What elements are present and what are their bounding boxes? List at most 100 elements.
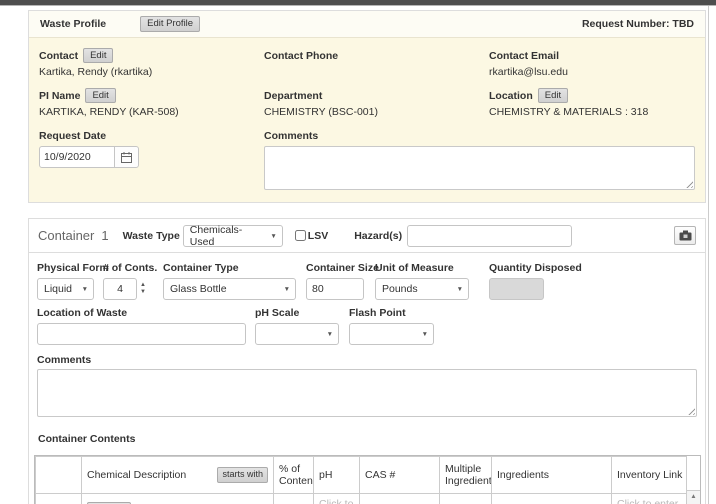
container-number: 1: [101, 228, 108, 243]
contact-phone-field: Contact Phone: [264, 48, 489, 79]
hazards-label: Hazard(s): [354, 230, 402, 242]
container-title: Container: [38, 228, 94, 243]
container-contents-title: Container Contents: [38, 433, 705, 445]
physical-form-field: Physical Form Liquid ▼: [37, 262, 94, 300]
num-conts-label: # of Conts.: [103, 262, 152, 275]
unit-of-measure-select[interactable]: Pounds ▼: [375, 278, 469, 300]
quantity-disposed-input: [489, 278, 544, 300]
container-size-input[interactable]: [306, 278, 364, 300]
cas-cell[interactable]: Click to enter CAS #: [360, 494, 440, 504]
quantity-stepper: ▲ ▼: [103, 278, 152, 300]
waste-profile-body: Contact Edit Kartika, Rendy (rkartika) C…: [29, 38, 705, 202]
location-of-waste-label: Location of Waste: [37, 307, 246, 320]
starts-with-button[interactable]: starts with: [217, 467, 268, 482]
pi-name-edit-button[interactable]: Edit: [85, 88, 115, 104]
edit-profile-button[interactable]: Edit Profile: [140, 16, 200, 32]
scroll-up-icon[interactable]: ▲: [687, 494, 700, 501]
ingredients-cell: [492, 494, 612, 504]
unit-of-measure-field: Unit of Measure Pounds ▼: [375, 262, 469, 300]
request-number-value: TBD: [672, 18, 694, 30]
ph-scale-field: pH Scale ▼: [255, 307, 339, 345]
pi-name-value: KARTIKA, RENDY (KAR-508): [39, 106, 264, 119]
chevron-down-icon: ▼: [284, 287, 290, 294]
department-label: Department: [264, 90, 322, 102]
request-date-label: Request Date: [39, 130, 106, 142]
container-comments-field: Comments: [37, 354, 697, 417]
container-comments-label: Comments: [37, 354, 91, 366]
profile-comments-field: Comments: [264, 128, 695, 190]
contact-email-label: Contact Email: [489, 50, 559, 62]
table-header-row: Chemical Description starts with % of Co…: [36, 457, 689, 494]
location-of-waste-input[interactable]: [37, 323, 246, 345]
col-percent-of-content: % of Content: [274, 457, 314, 494]
flash-point-field: Flash Point ▼: [349, 307, 434, 345]
contact-email-field: Contact Email rkartika@lsu.edu: [489, 48, 695, 79]
profile-comments-label: Comments: [264, 130, 318, 142]
lsv-checkbox[interactable]: [295, 230, 306, 241]
physical-form-label: Physical Form: [37, 262, 94, 275]
container-contents-grid: Chemical Description starts with % of Co…: [34, 455, 701, 504]
flash-point-select[interactable]: ▼: [349, 323, 434, 345]
waste-profile-header: Waste Profile Edit Profile Request Numbe…: [29, 11, 705, 38]
quantity-disposed-field: Quantity Disposed: [489, 262, 544, 300]
page-title: Waste Profile: [40, 18, 106, 30]
chevron-down-icon: ▼: [327, 332, 333, 339]
table-scrollbar[interactable]: ▲: [686, 456, 700, 504]
container-panel: Container 1 Waste Type Chemicals-Used ▼ …: [28, 218, 706, 504]
col-inventory-link: Inventory Link: [612, 457, 689, 494]
pi-name-field: PI Name Edit KARTIKA, RENDY (KAR-508): [39, 88, 264, 119]
col-row-selector: [36, 457, 82, 494]
waste-type-select[interactable]: Chemicals-Used ▼: [183, 225, 283, 247]
table-row: ☞ SearchWASTE HALOGENATED SOLVENTS - KAR…: [36, 494, 689, 504]
location-of-waste-field: Location of Waste: [37, 307, 246, 345]
ph-cell[interactable]: Click to enter pH: [314, 494, 360, 504]
multiple-ingredients-cell: No: [440, 494, 492, 504]
container-fields: Physical Form Liquid ▼ # of Conts. ▲ ▼: [29, 253, 705, 417]
container-size-label: Container Size: [306, 262, 364, 275]
waste-profile-page: Waste Profile Edit Profile Request Numbe…: [0, 0, 716, 504]
col-cas: CAS #: [360, 457, 440, 494]
container-type-select[interactable]: Glass Bottle ▼: [163, 278, 296, 300]
contact-value: Kartika, Rendy (rkartika): [39, 66, 264, 79]
request-number: Request Number: TBD: [582, 18, 694, 30]
percent-of-content-cell: 100.00: [274, 494, 314, 504]
location-field: Location Edit CHEMISTRY & MATERIALS : 31…: [489, 88, 695, 119]
col-ph: pH: [314, 457, 360, 494]
num-conts-input[interactable]: [103, 278, 137, 300]
calendar-button[interactable]: [114, 147, 138, 167]
page-right-border: [708, 6, 709, 504]
chevron-down-icon: ▼: [82, 287, 88, 294]
spinner-up-icon[interactable]: ▲: [140, 282, 146, 289]
profile-comments-textarea[interactable]: [264, 146, 695, 190]
contact-label: Contact: [39, 50, 78, 62]
camera-icon: [679, 230, 692, 241]
container-size-field: Container Size: [306, 262, 364, 300]
request-date-field: Request Date: [39, 128, 264, 190]
waste-type-label: Waste Type: [123, 230, 180, 242]
hazards-input[interactable]: [407, 225, 572, 247]
spinner-down-icon[interactable]: ▼: [140, 289, 146, 296]
location-value: CHEMISTRY & MATERIALS : 318: [489, 106, 695, 119]
contact-edit-button[interactable]: Edit: [83, 48, 113, 64]
waste-profile-panel: Waste Profile Edit Profile Request Numbe…: [28, 10, 706, 203]
table-scrollbar-track[interactable]: ▲: [687, 490, 700, 504]
col-multiple-ingredients: Multiple Ingredients: [440, 457, 492, 494]
inventory-link-cell[interactable]: Click to enter Inventory Link #: [612, 494, 689, 504]
camera-button[interactable]: [674, 226, 696, 245]
chevron-down-icon: ▼: [422, 332, 428, 339]
location-edit-button[interactable]: Edit: [538, 88, 568, 104]
container-header: Container 1 Waste Type Chemicals-Used ▼ …: [29, 219, 705, 253]
chevron-down-icon: ▼: [457, 287, 463, 294]
department-field: Department CHEMISTRY (BSC-001): [264, 88, 489, 119]
chevron-down-icon: ▼: [270, 234, 276, 241]
physical-form-select[interactable]: Liquid ▼: [37, 278, 94, 300]
unit-of-measure-label: Unit of Measure: [375, 262, 469, 275]
ph-scale-select[interactable]: ▼: [255, 323, 339, 345]
contact-field: Contact Edit Kartika, Rendy (rkartika): [39, 48, 264, 79]
contact-email-value: rkartika@lsu.edu: [489, 66, 695, 79]
request-number-label: Request Number:: [582, 18, 670, 30]
container-comments-textarea[interactable]: [37, 369, 697, 417]
col-chemical-description: Chemical Description starts with: [82, 457, 274, 494]
col-ingredients: Ingredients: [492, 457, 612, 494]
request-date-input[interactable]: [40, 147, 114, 167]
